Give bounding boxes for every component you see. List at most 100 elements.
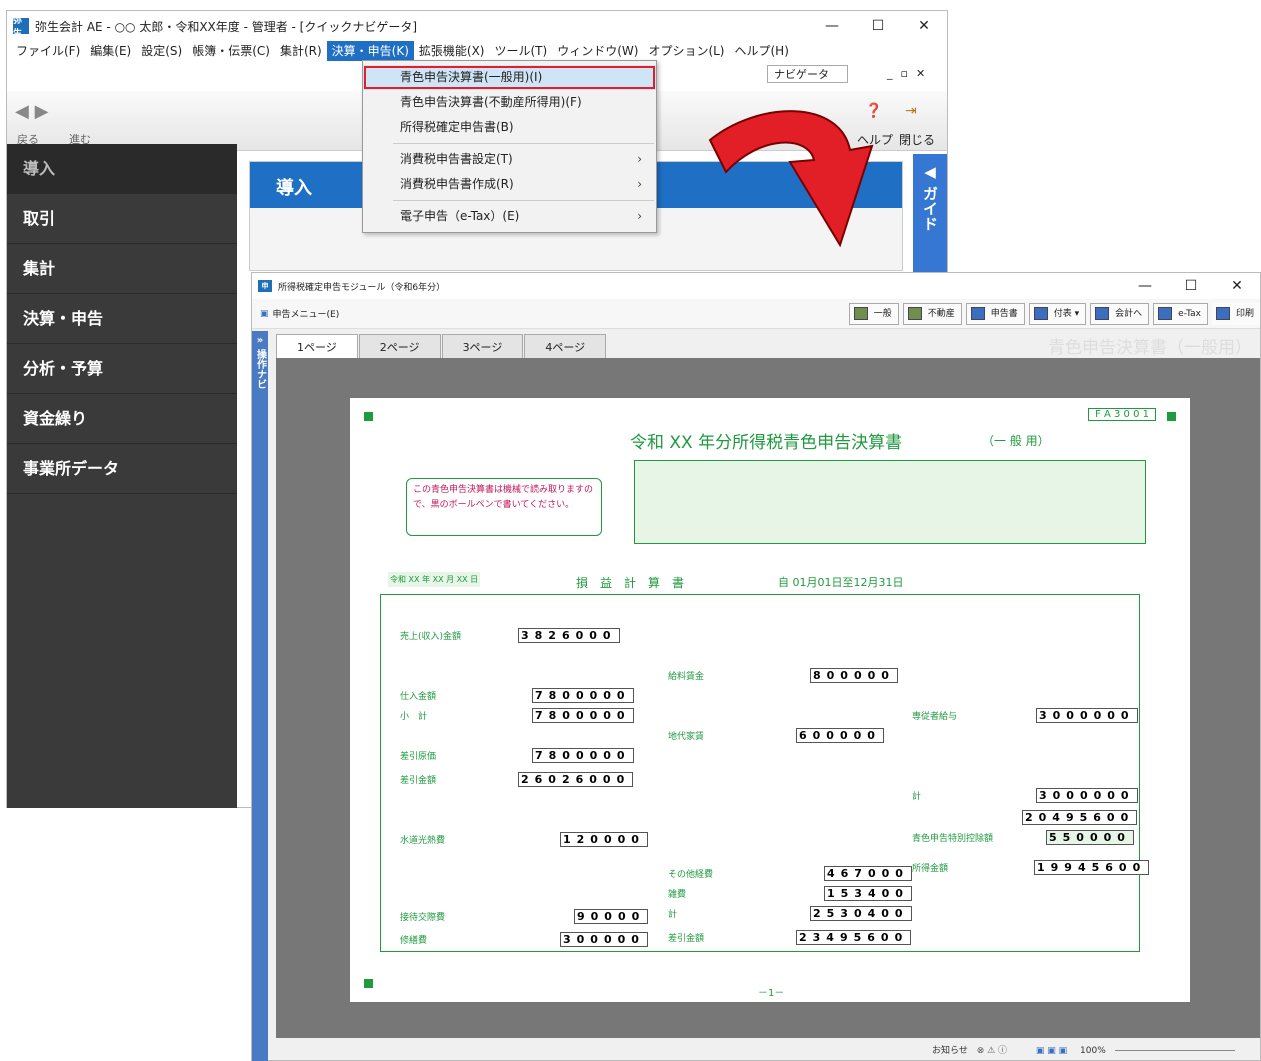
menu-item-blue-realestate[interactable]: 青色申告決算書(不動産所得用)(F) <box>363 90 656 115</box>
menu-window[interactable]: ウィンドウ(W) <box>552 41 643 61</box>
return-button[interactable]: 申告書 <box>965 302 1025 325</box>
rent-label: 地代家賃 <box>668 731 705 742</box>
sidebar-item-office[interactable]: 事業所データ <box>7 444 237 494</box>
blue-deduction-value[interactable]: 550000 <box>1046 829 1134 845</box>
etax-button[interactable]: e-Tax <box>1153 302 1208 325</box>
close-button[interactable]: 閉じる <box>899 131 935 148</box>
taxpayer-info-box[interactable] <box>634 460 1146 544</box>
close-door-icon[interactable]: ⇥ <box>905 103 917 119</box>
back-arrow-icon[interactable]: ◀ ▶ <box>15 101 48 122</box>
form-icon <box>1158 307 1173 320</box>
menu-item-etax[interactable]: 電子申告（e-Tax）(E) › <box>363 204 656 229</box>
to-accounting-button[interactable]: 会計へ <box>1090 302 1150 325</box>
pl-title: 損 益 計 算 書 <box>576 576 685 590</box>
close-icon[interactable]: ✕ <box>901 18 947 34</box>
registration-mark <box>364 412 373 421</box>
app-icon: 弥生 <box>13 16 29 39</box>
operation-nav-strip[interactable]: » 操作ナビ <box>252 331 268 1061</box>
maximize-icon[interactable]: ☐ <box>1168 278 1214 294</box>
chevron-right-icon: › <box>637 209 642 223</box>
general-button[interactable]: 一般 <box>848 302 899 325</box>
status-bar: お知らせ ⊗ ⚠ ⓘ ▣ ▣ ▣ 100% <box>932 1043 1235 1056</box>
notice-label[interactable]: お知らせ <box>932 1046 968 1056</box>
document-viewer: F A 3 0 0 1 令和 XX 年分所得税青色申告決算書 （一 般 用） こ… <box>276 358 1260 1038</box>
module-icon: 申 <box>258 280 272 292</box>
tab-page-2[interactable]: 2ページ <box>358 334 441 358</box>
menu-settings[interactable]: 設定(S) <box>136 41 187 61</box>
sidebar-item-settlement[interactable]: 決算・申告 <box>7 294 237 344</box>
misc-value[interactable]: 153400 <box>824 885 912 901</box>
magnifier-icon <box>1215 307 1230 320</box>
sales-value[interactable]: 3826000 <box>518 627 620 643</box>
gross-value: 26026000 <box>518 771 634 787</box>
other-value[interactable]: 467000 <box>824 865 912 881</box>
report-menu-button[interactable]: 申告メニュー(E) <box>273 307 340 320</box>
view-mode-icon[interactable]: ▣ ▣ ▣ <box>1036 1046 1067 1056</box>
utilities-label: 水道光熱費 <box>400 835 446 846</box>
menu-options[interactable]: オプション(L) <box>643 41 729 61</box>
module-toolbar: ▣ 申告メニュー(E) 一般 不動産 申告書 付表 ▾ 会計へ e-Tax 印刷 <box>252 299 1260 329</box>
row-net: 差引金額 23495600 <box>662 928 912 946</box>
menu-edit[interactable]: 編集(E) <box>85 41 136 61</box>
tab-page-4[interactable]: 4ページ <box>524 334 607 358</box>
menu-tools[interactable]: ツール(T) <box>490 41 553 61</box>
menu-aggregate[interactable]: 集計(R) <box>275 41 327 61</box>
zoom-slider[interactable] <box>1114 1050 1235 1051</box>
menu-extensions[interactable]: 拡張機能(X) <box>414 41 490 61</box>
entertain-value[interactable]: 90000 <box>574 908 649 924</box>
row-purchase: 仕入金額 7800000 <box>394 686 634 704</box>
menu-item-label: 消費税申告書設定(T) <box>400 152 513 166</box>
menu-books[interactable]: 帳簿・伝票(C) <box>187 41 275 61</box>
repair-value[interactable]: 300000 <box>560 931 648 947</box>
page-tabs: 1ページ 2ページ 3ページ 4ページ <box>276 334 607 358</box>
attachment-button[interactable]: 付表 ▾ <box>1028 302 1087 325</box>
menu-settlement[interactable]: 決算・申告(K) <box>326 41 414 61</box>
form-icon <box>907 307 922 320</box>
realestate-button[interactable]: 不動産 <box>902 302 962 325</box>
menu-item-blue-general[interactable]: 青色申告決算書(一般用)(I) <box>363 65 656 90</box>
zoom-level: 100% <box>1080 1046 1106 1056</box>
tab-page-1[interactable]: 1ページ <box>276 334 358 358</box>
gross-label: 差引金額 <box>400 775 437 786</box>
attachment-label: 付表 <box>1053 308 1072 319</box>
subtotal-label: 小 計 <box>400 711 428 722</box>
purchase-value[interactable]: 7800000 <box>532 687 634 703</box>
utilities-value[interactable]: 120000 <box>560 831 648 847</box>
menu-item-income-tax[interactable]: 所得税確定申告書(B) <box>363 115 656 140</box>
module-title: 所得税確定申告モジュール（令和6年分） <box>278 282 446 293</box>
total-value: 2530400 <box>810 905 912 921</box>
sidebar-item-cashflow[interactable]: 資金繰り <box>7 394 237 444</box>
row-family-total: 計 3000000 <box>906 786 1138 804</box>
minimize-icon[interactable]: — <box>809 18 855 34</box>
sidebar-item-intro[interactable]: 導入 <box>7 144 237 194</box>
form-date: 令和 XX 年 XX 月 XX 日 <box>388 572 481 587</box>
transfer-icon <box>1095 307 1110 320</box>
net-value: 23495600 <box>796 929 912 945</box>
row-entertain: 接待交際費 90000 <box>394 907 649 925</box>
form-code: F A 3 0 0 1 <box>1088 408 1156 421</box>
net-label: 差引金額 <box>668 933 705 944</box>
menu-item-consumption-settings[interactable]: 消費税申告書設定(T) › <box>363 147 656 172</box>
menu-item-label: 電子申告（e-Tax）(E) <box>400 209 520 223</box>
sidebar-item-analysis[interactable]: 分析・予算 <box>7 344 237 394</box>
row-sales: 売上(収入)金額 3826000 <box>394 626 620 644</box>
menu-file[interactable]: ファイル(F) <box>11 41 85 61</box>
minimize-icon[interactable]: — <box>1122 278 1168 294</box>
page-number: －1－ <box>758 988 785 999</box>
registration-mark <box>1167 412 1176 421</box>
menu-item-consumption-create[interactable]: 消費税申告書作成(R) › <box>363 172 656 197</box>
rent-value[interactable]: 600000 <box>796 727 884 743</box>
salary-value[interactable]: 800000 <box>810 667 898 683</box>
form-title: 令和 XX 年分所得税青色申告決算書 <box>630 433 903 453</box>
sidebar-item-aggregate[interactable]: 集計 <box>7 244 237 294</box>
menu-help[interactable]: ヘルプ(H) <box>730 41 794 61</box>
close-icon[interactable]: ✕ <box>1214 278 1260 294</box>
print-button[interactable]: 印刷 <box>1211 302 1260 325</box>
sidebar-item-transactions[interactable]: 取引 <box>7 194 237 244</box>
family-total-label: 計 <box>912 791 922 802</box>
family-value[interactable]: 3000000 <box>1036 707 1138 723</box>
maximize-icon[interactable]: ☐ <box>855 18 901 34</box>
tab-page-3[interactable]: 3ページ <box>441 334 524 358</box>
mdi-controls[interactable]: _▫✕ <box>887 67 933 80</box>
etax-label: e-Tax <box>1178 308 1201 319</box>
